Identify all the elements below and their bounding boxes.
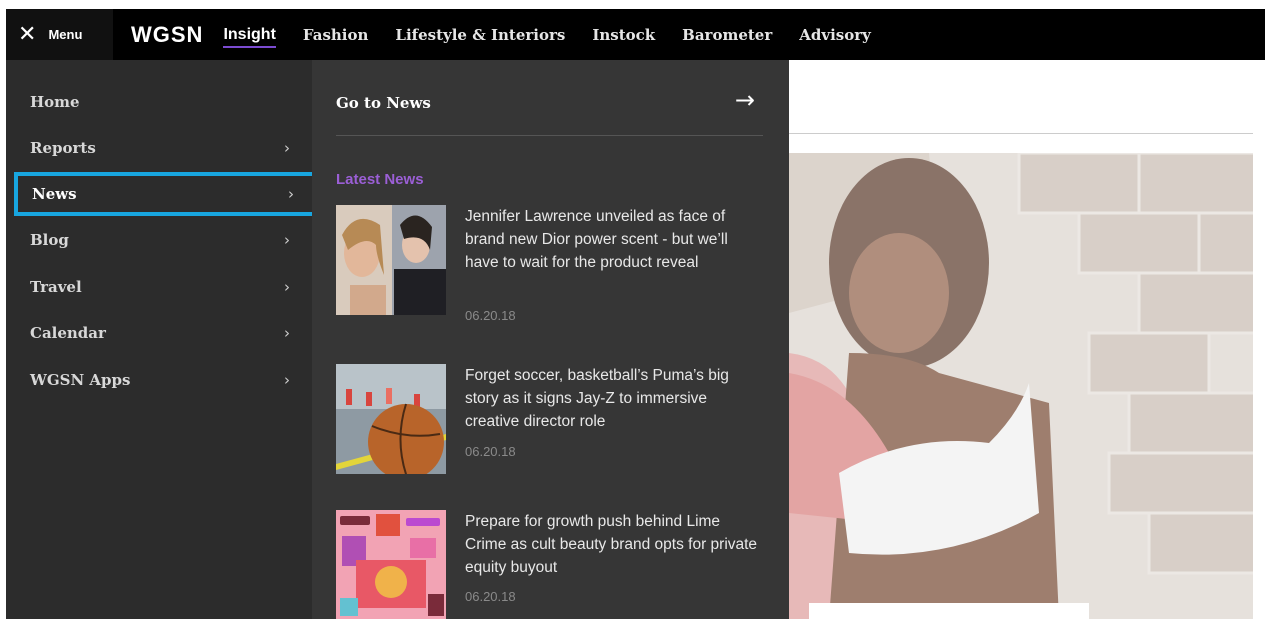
news-title[interactable]: Forget soccer, basketball’s Puma’s big s…	[465, 364, 765, 433]
sidebar-menu: Home Reports › News › Blog › Travel › Ca…	[6, 60, 316, 619]
menu-toggle-button[interactable]: ✕ Menu	[6, 9, 113, 60]
sidebar-item-travel[interactable]: Travel ›	[12, 265, 312, 309]
go-to-news-link[interactable]: Go to News →	[336, 86, 763, 136]
sidebar-item-label: Reports	[30, 139, 96, 157]
latest-news-heading: Latest News	[336, 171, 424, 188]
sidebar-item-label: WGSN Apps	[30, 371, 131, 389]
chevron-right-icon: ›	[284, 324, 290, 342]
news-title[interactable]: Jennifer Lawrence unveiled as face of br…	[465, 205, 765, 274]
go-to-news-label: Go to News	[336, 94, 431, 112]
chevron-right-icon: ›	[284, 231, 290, 249]
sidebar-item-calendar[interactable]: Calendar ›	[12, 311, 312, 355]
top-navigation-bar: ✕ Menu WGSN Insight Fashion Lifestyle & …	[6, 9, 1265, 60]
chevron-right-icon: ›	[284, 278, 290, 296]
sidebar-item-label: Blog	[30, 231, 69, 249]
close-icon: ✕	[18, 21, 37, 47]
sidebar-item-news[interactable]: News ›	[14, 172, 316, 216]
sidebar-item-home[interactable]: Home	[12, 80, 312, 124]
nav-advisory[interactable]: Advisory	[799, 26, 871, 44]
nav-instock[interactable]: Instock	[592, 26, 655, 44]
sidebar-item-label: Home	[30, 93, 80, 111]
sidebar-item-label: Travel	[30, 278, 82, 296]
sidebar-item-blog[interactable]: Blog ›	[12, 218, 312, 262]
basketball-photo-icon[interactable]	[336, 364, 446, 474]
chevron-right-icon: ›	[284, 139, 290, 157]
arrow-right-icon: →	[734, 86, 755, 114]
primary-nav: Insight Fashion Lifestyle & Interiors In…	[223, 9, 897, 60]
nav-lifestyle-interiors[interactable]: Lifestyle & Interiors	[395, 26, 565, 44]
chevron-right-icon: ›	[284, 371, 290, 389]
hero-image	[789, 153, 1253, 619]
wgsn-logo[interactable]: WGSN	[131, 22, 203, 48]
news-item[interactable]: Forget soccer, basketball’s Puma’s big s…	[336, 364, 766, 476]
cosmetics-photo-icon[interactable]	[336, 510, 446, 619]
news-submenu: Go to News → Latest News Jennifer Lawren…	[312, 60, 789, 619]
nav-fashion[interactable]: Fashion	[303, 26, 369, 44]
news-item[interactable]: Prepare for growth push behind Lime Crim…	[336, 510, 766, 619]
nav-barometer[interactable]: Barometer	[682, 26, 772, 44]
nav-insight[interactable]: Insight	[223, 26, 277, 48]
sidebar-item-label: Calendar	[30, 324, 106, 342]
chevron-right-icon: ›	[288, 185, 294, 203]
news-date: 06.20.18	[465, 444, 516, 459]
news-date: 06.20.18	[465, 589, 516, 604]
menu-label: Menu	[48, 27, 83, 42]
sidebar-item-label: News	[32, 185, 77, 203]
news-item[interactable]: Jennifer Lawrence unveiled as face of br…	[336, 205, 766, 323]
sidebar-item-wgsn-apps[interactable]: WGSN Apps ›	[12, 358, 312, 402]
portrait-photo-icon[interactable]	[336, 205, 446, 315]
content-divider	[789, 133, 1253, 134]
news-title[interactable]: Prepare for growth push behind Lime Crim…	[465, 510, 765, 579]
sidebar-item-reports[interactable]: Reports ›	[12, 126, 312, 170]
news-date: 06.20.18	[465, 308, 516, 323]
